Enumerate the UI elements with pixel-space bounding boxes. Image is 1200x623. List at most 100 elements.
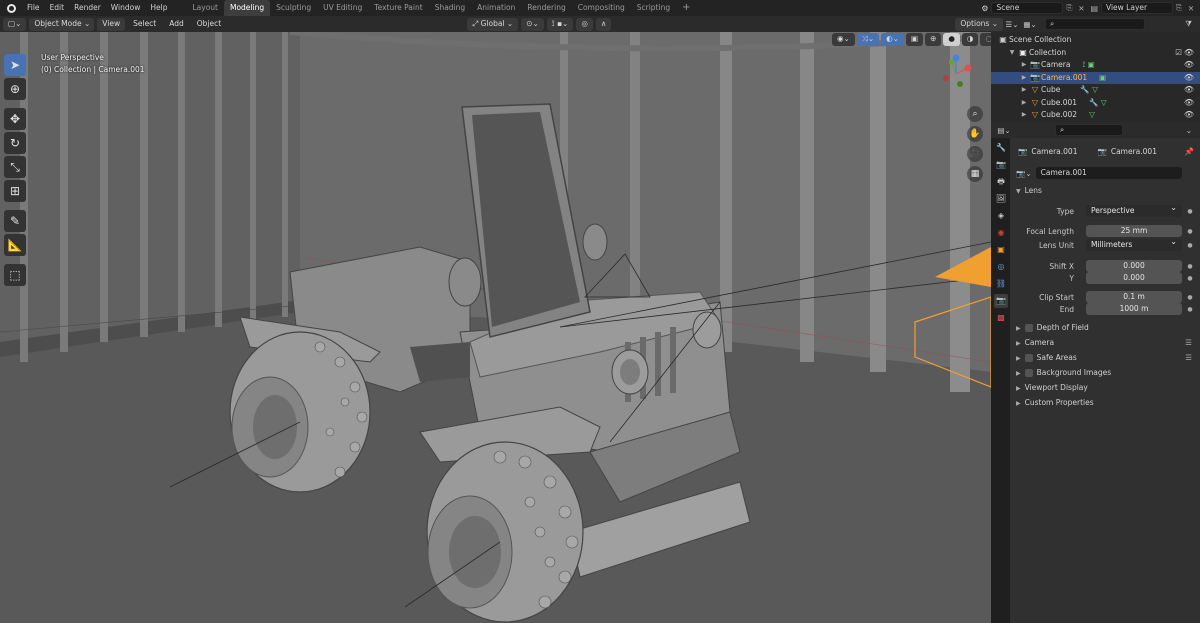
view-layer-field[interactable]: View Layer	[1101, 2, 1173, 14]
add-cube-icon[interactable]: ⬚	[4, 264, 26, 286]
camera-view-icon[interactable]: 🎥	[967, 146, 983, 162]
pivot-point-icon[interactable]: ⊙⌄	[521, 17, 544, 31]
falloff-icon[interactable]: ∧	[595, 17, 612, 31]
shift-y-field[interactable]: 0.000	[1086, 272, 1182, 284]
tab-layout[interactable]: Layout	[186, 0, 224, 16]
zoom-icon[interactable]: ⌕	[967, 106, 983, 122]
expand-icon[interactable]: ▶	[1019, 84, 1029, 97]
lens-unit-dropdown[interactable]: Millimeters	[1086, 236, 1182, 251]
scale-icon[interactable]: ⤡	[4, 156, 26, 178]
menu-window[interactable]: Window	[106, 0, 146, 16]
solid-shading-icon[interactable]: ●	[943, 33, 960, 46]
menu-render[interactable]: Render	[69, 0, 106, 16]
visibility-icon[interactable]: ◉⌄	[832, 33, 855, 46]
delete-scene-icon[interactable]: ✕	[1075, 4, 1087, 13]
cursor-icon[interactable]: ⊕	[4, 78, 26, 100]
editor-type-button[interactable]: ▢⌄	[3, 17, 27, 31]
xray-icon[interactable]: ▣	[905, 33, 924, 46]
outliner-item-cube-002[interactable]: ▶ ▽ Cube.002 ▽ 👁	[991, 109, 1200, 122]
tab-animation[interactable]: Animation	[471, 0, 521, 16]
eye-icon[interactable]: 👁	[1184, 72, 1194, 85]
tab-shading[interactable]: Shading	[429, 0, 471, 16]
eye-icon[interactable]: 👁	[1184, 97, 1194, 110]
lens-panel-header[interactable]: ▼ Lens	[1010, 184, 1200, 198]
physics-tab-icon[interactable]: ◎	[994, 260, 1008, 274]
new-scene-icon[interactable]: ⎘	[1063, 3, 1075, 13]
safe-areas-checkbox[interactable]	[1024, 354, 1033, 362]
navigation-gizmo[interactable]	[938, 54, 974, 90]
expand-collection-icon[interactable]: ▼	[1007, 47, 1017, 60]
gizmo-toggle-icon[interactable]: ⤨⌄	[856, 33, 880, 46]
background-images-panel[interactable]: ▶ Background Images	[1010, 366, 1200, 380]
eye-icon[interactable]: 👁	[1184, 59, 1194, 72]
material-shading-icon[interactable]: ◑	[961, 33, 979, 46]
pan-icon[interactable]: ✋	[967, 126, 983, 142]
viewport-menu-view[interactable]: View	[97, 17, 126, 31]
collection-eye-icon[interactable]: 👁	[1184, 47, 1194, 60]
outliner-item-cube[interactable]: ▶ ▽ Cube 🔧 ▽ 👁	[991, 84, 1200, 97]
tab-rendering[interactable]: Rendering	[521, 0, 571, 16]
move-icon[interactable]: ✥	[4, 108, 26, 130]
tab-uv-editing[interactable]: UV Editing	[317, 0, 368, 16]
expand-icon[interactable]: ▶	[1019, 109, 1029, 122]
safe-areas-panel[interactable]: ▶ Safe Areas ☰	[1010, 351, 1200, 365]
select-box-icon[interactable]: ➤	[4, 54, 26, 76]
blender-logo-icon[interactable]	[0, 0, 22, 16]
camera-panel[interactable]: ▶ Camera ☰	[1010, 336, 1200, 350]
outliner-item-camera-001[interactable]: ▶ 📷 Camera.001 ▣ 👁	[991, 71, 1200, 85]
tab-modeling[interactable]: Modeling	[223, 0, 271, 16]
viewport-display-panel[interactable]: ▶ Viewport Display	[1010, 381, 1200, 395]
presets-icon[interactable]: ☰	[1185, 336, 1192, 350]
outliner-search-input[interactable]: ⌕	[1045, 18, 1145, 30]
add-workspace-icon[interactable]: +	[676, 0, 696, 16]
measure-icon[interactable]: 📐	[4, 234, 26, 256]
outliner-editor-icon[interactable]: ☰⌄	[1003, 20, 1021, 29]
camera-data-tab-icon[interactable]: 📷	[994, 294, 1008, 308]
properties-editor-icon[interactable]: ▤⌄	[991, 126, 1017, 135]
scene-field[interactable]: Scene	[991, 2, 1064, 14]
collection-row[interactable]: ▼ ▣ Collection ☑ 👁	[991, 47, 1200, 60]
render-tab-icon[interactable]: 📷	[994, 158, 1008, 172]
type-dropdown[interactable]: Perspective	[1086, 202, 1182, 217]
outliner-item-camera[interactable]: ▶ 📷 Camera ⟟ ▣ 👁	[991, 59, 1200, 72]
outliner-item-cube-001[interactable]: ▶ ▽ Cube.001 🔧 ▽ 👁	[991, 97, 1200, 110]
proportional-editing-icon[interactable]: ◎	[576, 17, 593, 31]
expand-icon[interactable]: ▶	[1019, 72, 1029, 85]
tab-compositing[interactable]: Compositing	[572, 0, 631, 16]
annotate-icon[interactable]: ✎	[4, 210, 26, 232]
background-images-checkbox[interactable]	[1024, 369, 1033, 377]
menu-help[interactable]: Help	[145, 0, 172, 16]
keyframe-dot-icon[interactable]: ●	[1186, 228, 1194, 235]
collection-checkbox-icon[interactable]: ☑	[1175, 47, 1182, 60]
expand-icon[interactable]: ▶	[1019, 97, 1029, 110]
snap-icon[interactable]: ⟟ ▪⌄	[546, 17, 574, 31]
display-mode-icon[interactable]: ▦⌄	[1021, 20, 1039, 29]
tab-sculpting[interactable]: Sculpting	[270, 0, 317, 16]
transform-icon[interactable]: ⊞	[4, 180, 26, 202]
keyframe-dot-icon[interactable]: ●	[1186, 242, 1194, 249]
focal-length-field[interactable]: 25 mm	[1086, 225, 1182, 237]
filter-icon[interactable]: ⧩	[1185, 19, 1192, 29]
keyframe-dot-icon[interactable]: ●	[1186, 275, 1194, 282]
depth-of-field-panel[interactable]: ▶ Depth of Field	[1010, 321, 1200, 335]
keyframe-dot-icon[interactable]: ●	[1186, 294, 1194, 301]
custom-properties-panel[interactable]: ▶ Custom Properties	[1010, 396, 1200, 410]
viewport-menu-object[interactable]: Object	[192, 18, 226, 31]
texture-tab-icon[interactable]: ▩	[994, 311, 1008, 325]
tab-texture-paint[interactable]: Texture Paint	[368, 0, 428, 16]
world-tab-icon[interactable]: ◉	[994, 226, 1008, 240]
object-tab-icon[interactable]: ▣	[994, 243, 1008, 257]
presets-icon[interactable]: ☰	[1185, 351, 1192, 365]
expand-icon[interactable]: ▶	[1019, 59, 1029, 72]
datablock-field[interactable]: Camera.001	[1035, 167, 1182, 179]
depth-of-field-checkbox[interactable]	[1024, 324, 1033, 332]
menu-file[interactable]: File	[22, 0, 45, 16]
keyframe-dot-icon[interactable]: ●	[1186, 306, 1194, 313]
wireframe-shading-icon[interactable]: ⊕	[925, 33, 942, 46]
tab-scripting[interactable]: Scripting	[631, 0, 676, 16]
properties-options-icon[interactable]: ⌄	[1186, 126, 1192, 135]
output-tab-icon[interactable]: 🖶	[994, 175, 1008, 189]
keyframe-dot-icon[interactable]: ●	[1186, 263, 1194, 270]
scene-tab-icon[interactable]: ◈	[994, 209, 1008, 223]
options-dropdown[interactable]: Options ⌄	[955, 17, 1003, 31]
